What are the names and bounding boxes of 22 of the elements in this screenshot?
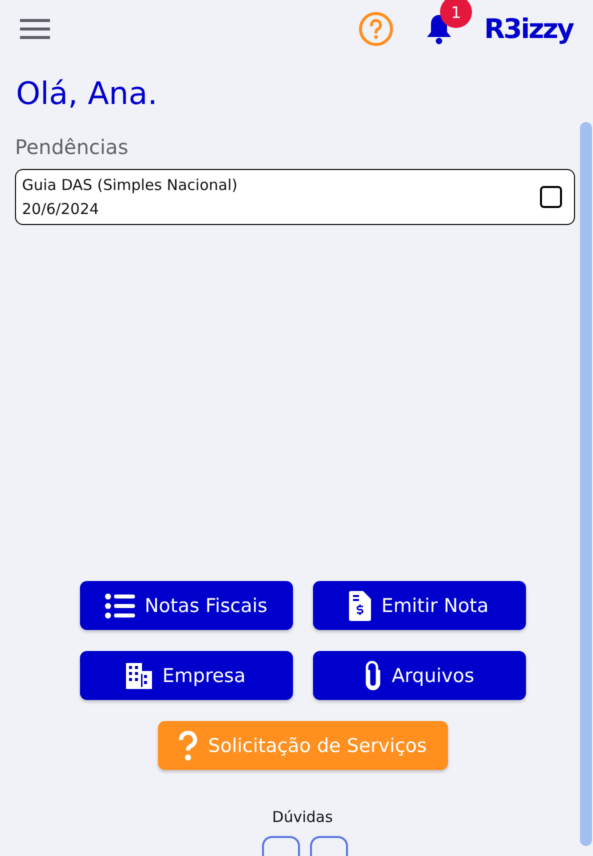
action-button[interactable]: Arquivos xyxy=(312,651,526,700)
greeting: Olá, Ana. xyxy=(16,76,158,112)
list-icon xyxy=(104,592,135,618)
scrollbar[interactable] xyxy=(580,122,592,846)
menu-icon[interactable] xyxy=(20,18,50,40)
contact-button[interactable] xyxy=(262,836,300,856)
notification-badge: 1 xyxy=(440,0,472,28)
action-button[interactable]: Empresa xyxy=(80,651,292,700)
help-icon[interactable] xyxy=(358,11,394,47)
checkbox[interactable] xyxy=(540,186,562,208)
contact-button[interactable] xyxy=(310,836,348,856)
paperclip-icon xyxy=(364,660,382,690)
pending-title: Guia DAS (Simples Nacional) xyxy=(22,175,238,196)
help-title: Dúvidas xyxy=(272,808,333,826)
logo: R3izzy xyxy=(484,14,573,44)
action-button[interactable]: Notas Fiscais xyxy=(80,581,292,630)
invoice-icon xyxy=(349,590,372,620)
pending-date: 20/6/2024 xyxy=(22,199,100,220)
action-button[interactable]: Emitir Nota xyxy=(312,581,526,630)
building-icon xyxy=(126,662,152,688)
section-title: Pendências xyxy=(15,135,130,159)
question-icon xyxy=(178,730,198,760)
